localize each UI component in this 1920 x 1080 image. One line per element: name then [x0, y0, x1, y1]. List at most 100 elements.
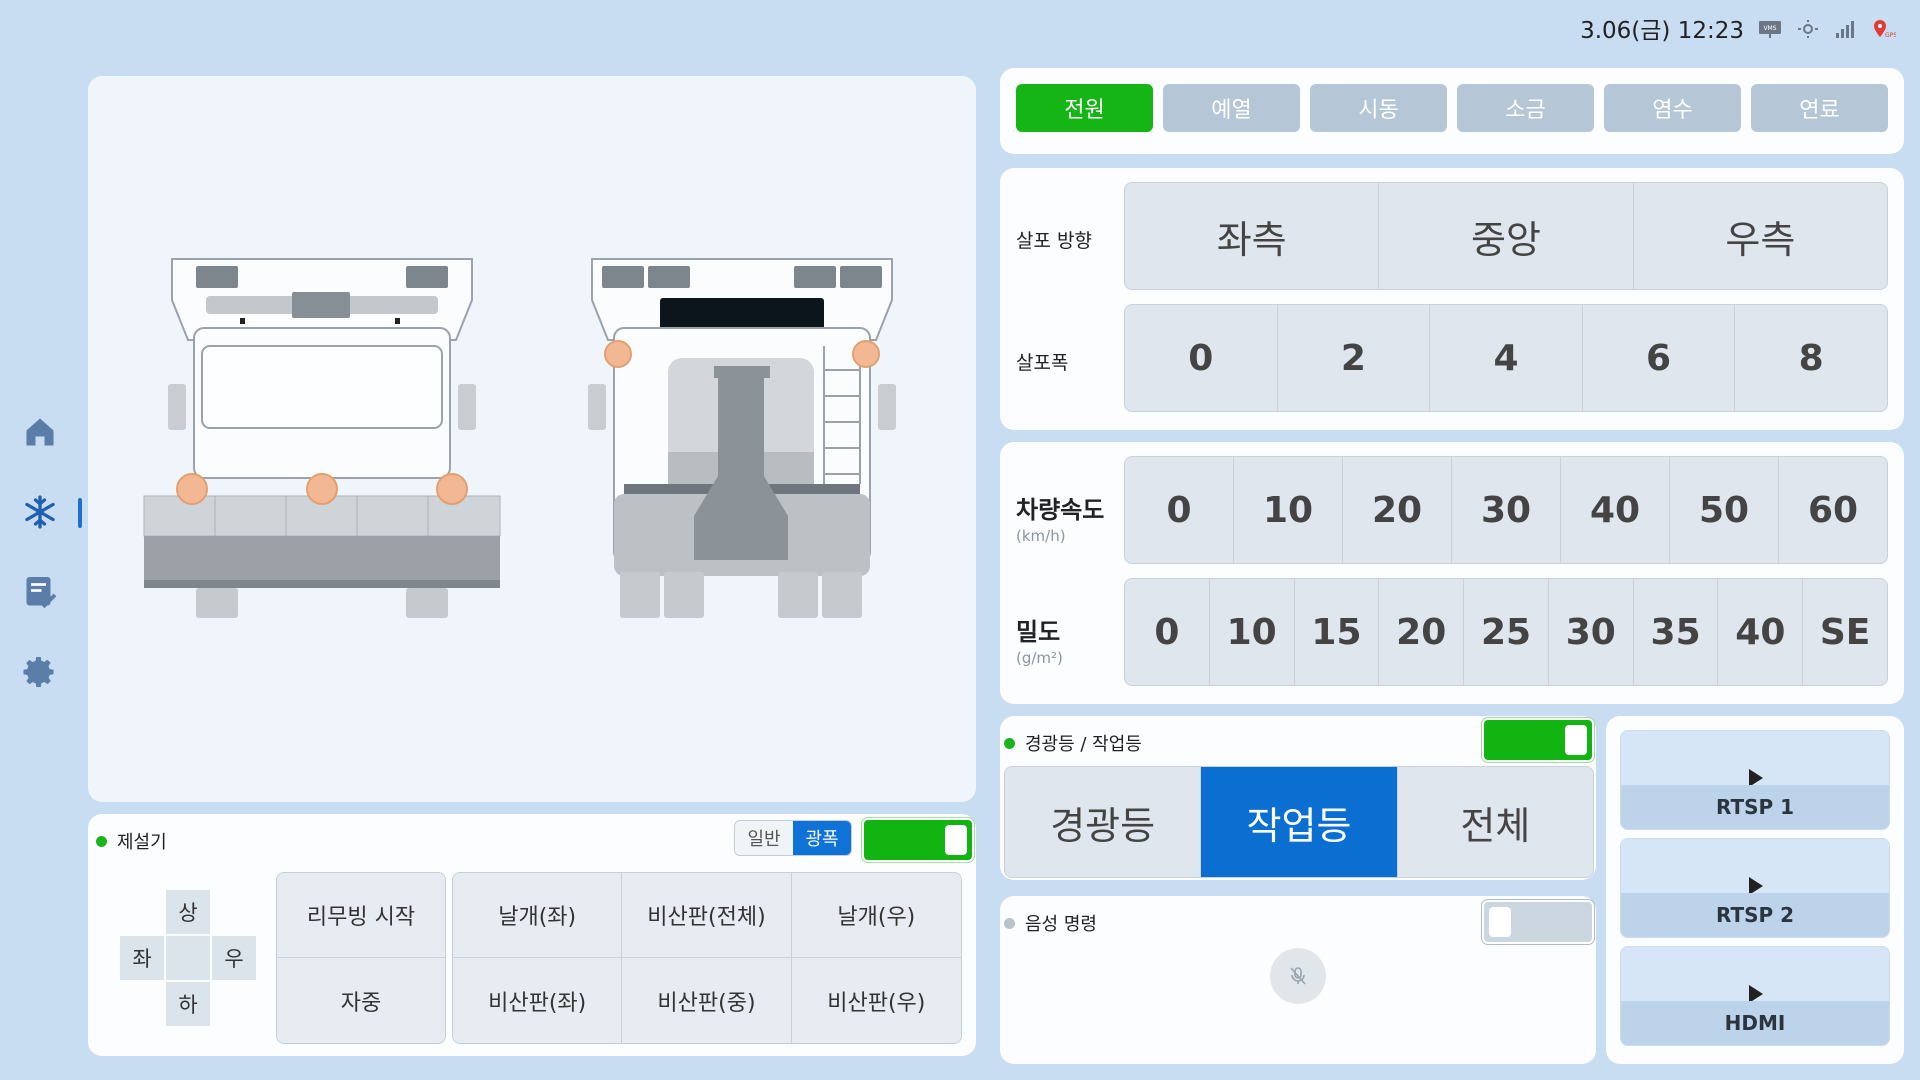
dpad-right[interactable]: 우	[212, 936, 256, 980]
stream-rtsp2-button[interactable]: RTSP 2	[1620, 838, 1890, 938]
density-option[interactable]: 30	[1549, 579, 1634, 685]
sun-icon	[1796, 19, 1820, 38]
direction-left-option[interactable]: 좌측	[1125, 183, 1380, 289]
voice-title-text: 음성 명령	[1025, 914, 1097, 935]
density-option[interactable]: 25	[1464, 579, 1549, 685]
dpad-center	[166, 936, 210, 980]
mode-wide-button[interactable]: 광폭	[793, 821, 851, 855]
density-option[interactable]: 15	[1295, 579, 1380, 685]
snowplow-toggle[interactable]	[862, 818, 974, 862]
wing-right-button[interactable]: 날개(우)	[791, 873, 961, 958]
dpad-left[interactable]: 좌	[120, 936, 164, 980]
vehicle-diagram	[143, 258, 896, 618]
speed-option[interactable]: 60	[1779, 457, 1887, 563]
tab-fuel[interactable]: 연료	[1751, 84, 1888, 132]
density-option[interactable]: 40	[1718, 579, 1804, 685]
speed-label-text: 차량속도	[1016, 496, 1105, 524]
speed-options: 0 10 20 30 40 50 60	[1124, 456, 1888, 564]
lights-toggle[interactable]	[1482, 718, 1594, 762]
beacon-light-option[interactable]: 경광등	[1005, 767, 1202, 877]
voice-title: 음성 명령	[1004, 910, 1097, 936]
dpad-down[interactable]: 하	[166, 982, 210, 1026]
speed-option[interactable]: 50	[1670, 457, 1779, 563]
nav-snow[interactable]	[18, 490, 82, 534]
tab-preheat[interactable]: 예열	[1163, 84, 1300, 132]
mode-normal-button[interactable]: 일반	[735, 821, 793, 855]
reset-start-button[interactable]: 리무빙 시작	[277, 873, 445, 958]
tab-salt[interactable]: 소금	[1457, 84, 1594, 132]
gear-icon	[23, 657, 54, 687]
spray-direction-label: 살포 방향	[1016, 230, 1092, 252]
speed-option[interactable]: 40	[1561, 457, 1670, 563]
snowflake-icon	[25, 495, 55, 529]
direction-center-option[interactable]: 중앙	[1379, 183, 1634, 289]
signal-icon	[1834, 19, 1858, 38]
tab-start[interactable]: 시동	[1310, 84, 1447, 132]
dpad-up[interactable]: 상	[166, 890, 210, 934]
density-option[interactable]: 20	[1379, 579, 1465, 685]
nav-settings[interactable]	[18, 650, 62, 694]
power-tabs-panel: 전원 예열 시동 소금 염수 연료	[1000, 68, 1904, 154]
nav-checklist[interactable]	[18, 570, 62, 614]
vms-icon: VMS	[1758, 19, 1782, 38]
width-option[interactable]: 2	[1278, 305, 1431, 411]
status-dot	[1004, 737, 1015, 749]
mic-off-icon	[1290, 967, 1306, 985]
lights-panel: 경광등 / 작업등 경광등 작업등 전체	[1000, 716, 1596, 880]
lights-options: 경광등 작업등 전체	[1004, 766, 1594, 878]
snowplow-panel: 제설기 일반 광폭 상 좌 우 하 리무빙 시작 자중 날개(좌) 비산판(전체…	[88, 814, 976, 1056]
speed-option[interactable]: 30	[1452, 457, 1561, 563]
deflector-right-button[interactable]: 비산판(우)	[791, 958, 961, 1043]
voice-toggle[interactable]	[1482, 900, 1594, 944]
plow-wing-grid: 날개(좌) 비산판(전체) 날개(우) 비산판(좌) 비산판(중) 비산판(우)	[452, 872, 962, 1044]
snowplow-title-text: 제설기	[117, 832, 167, 853]
speed-density-panel: 차량속도 (km/h) 0 10 20 30 40 50 60 밀도 (g/m²…	[1000, 442, 1904, 704]
checklist-icon	[26, 577, 57, 609]
width-option[interactable]: 0	[1125, 305, 1278, 411]
deflector-left-button[interactable]: 비산판(좌)	[453, 958, 623, 1043]
deflector-center-button[interactable]: 비산판(중)	[622, 958, 792, 1043]
density-label-text: 밀도	[1016, 618, 1061, 646]
work-light-option[interactable]: 작업등	[1201, 767, 1398, 877]
spray-width-label: 살포폭	[1016, 352, 1069, 374]
truck-front-view	[143, 258, 501, 618]
width-option[interactable]: 6	[1583, 305, 1736, 411]
direction-right-option[interactable]: 우측	[1634, 183, 1887, 289]
density-option[interactable]: 10	[1210, 579, 1295, 685]
density-option[interactable]: 0	[1125, 579, 1210, 685]
spray-direction-options: 좌측 중앙 우측	[1124, 182, 1888, 290]
toggle-knob	[1489, 907, 1511, 937]
gps-icon: GPS	[1872, 19, 1896, 39]
density-option[interactable]: SE	[1803, 579, 1887, 685]
density-option[interactable]: 35	[1634, 579, 1719, 685]
all-lights-option[interactable]: 전체	[1398, 767, 1593, 877]
wing-left-button[interactable]: 날개(좌)	[453, 873, 623, 958]
lights-title-text: 경광등 / 작업등	[1025, 734, 1142, 755]
home-icon	[26, 418, 54, 446]
deflector-all-button[interactable]: 비산판(전체)	[622, 873, 792, 958]
stream-label: RTSP 1	[1621, 785, 1889, 829]
speed-option[interactable]: 0	[1125, 457, 1234, 563]
speed-option[interactable]: 20	[1343, 457, 1452, 563]
speed-label: 차량속도 (km/h)	[1016, 490, 1104, 545]
voice-command-panel: 음성 명령	[1000, 896, 1596, 1064]
status-bar: 3.06(금) 12:23 VMS GPS	[1580, 14, 1896, 44]
stream-hdmi-button[interactable]: HDMI	[1620, 946, 1890, 1046]
direction-pad: 상 좌 우 하	[120, 890, 256, 1026]
truck-rear-view	[588, 258, 896, 618]
width-option[interactable]: 8	[1735, 305, 1887, 411]
stream-rtsp1-button[interactable]: RTSP 1	[1620, 730, 1890, 830]
nav-home[interactable]	[18, 410, 62, 454]
mic-button[interactable]	[1270, 948, 1326, 1004]
tab-power[interactable]: 전원	[1016, 84, 1153, 132]
density-label: 밀도 (g/m²)	[1016, 612, 1063, 667]
self-weight-button[interactable]: 자중	[277, 958, 445, 1043]
vehicle-diagram-panel	[88, 76, 976, 802]
speed-option[interactable]: 10	[1234, 457, 1343, 563]
svg-text:VMS: VMS	[1763, 25, 1776, 32]
tab-brine[interactable]: 염수	[1604, 84, 1741, 132]
speed-unit: (km/h)	[1016, 527, 1066, 545]
status-dot	[96, 835, 107, 847]
width-option[interactable]: 4	[1430, 305, 1583, 411]
svg-text:GPS: GPS	[1885, 32, 1896, 39]
